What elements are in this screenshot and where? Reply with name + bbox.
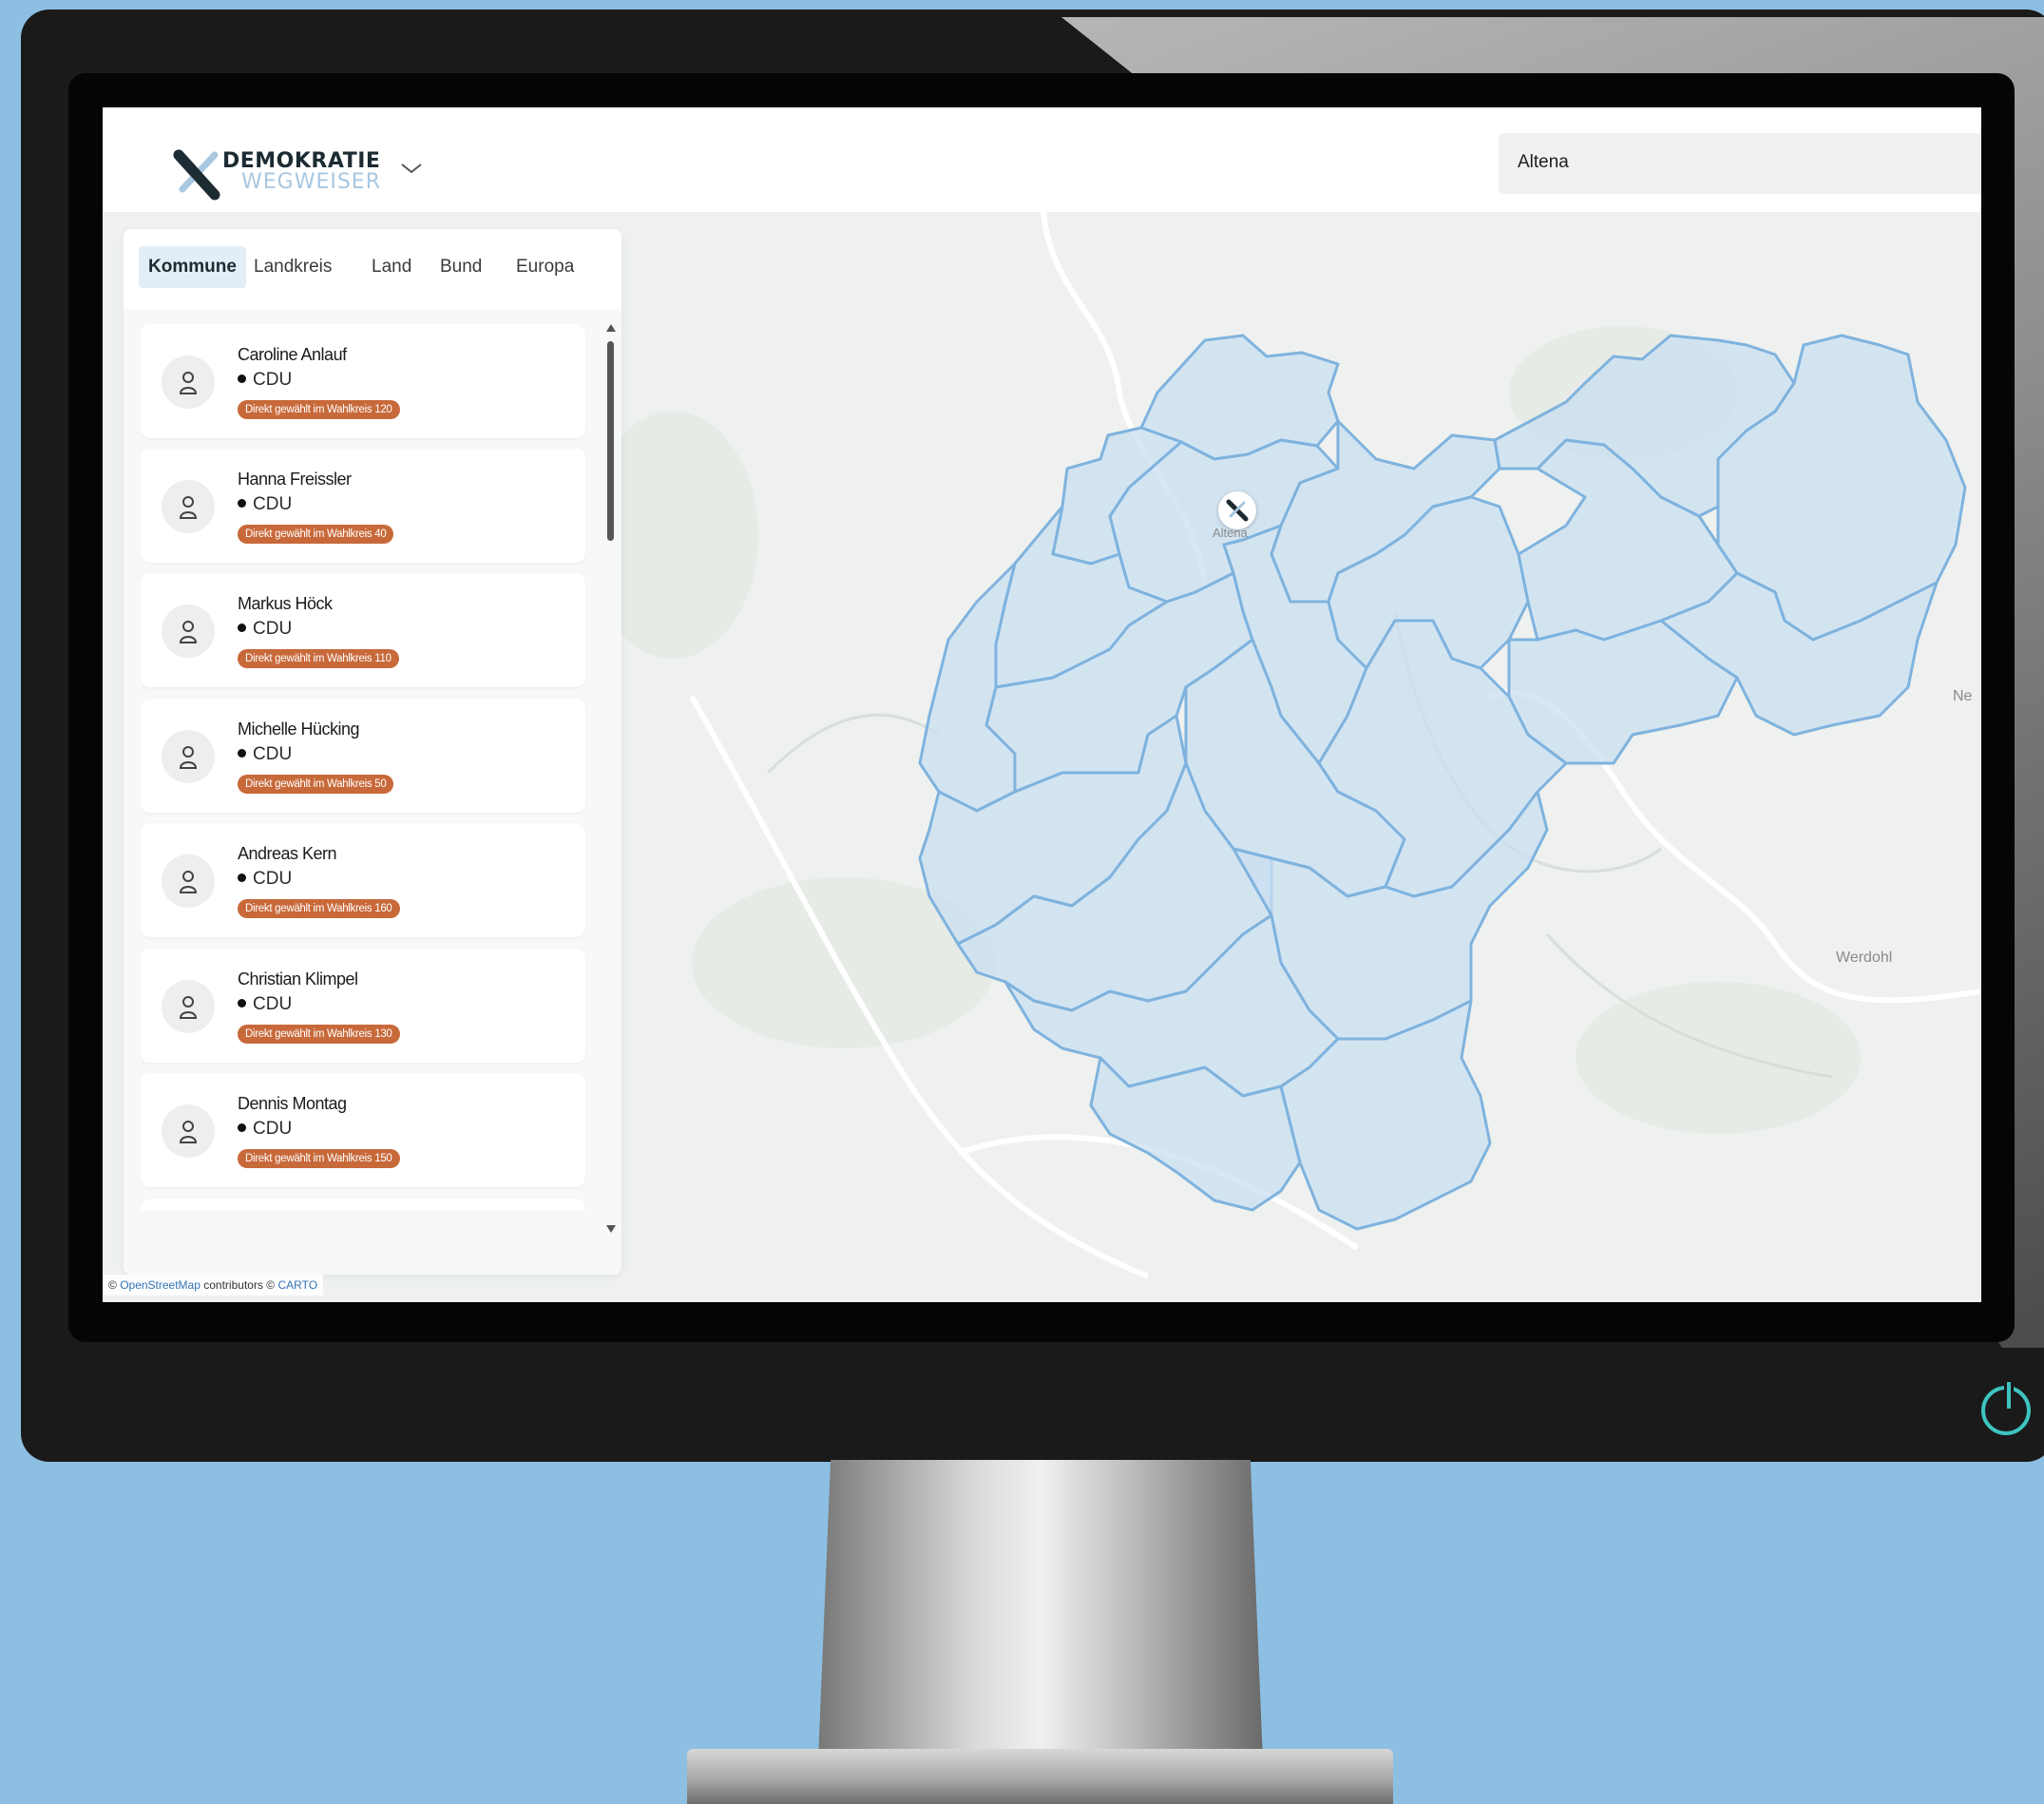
representative-party: CDU	[238, 869, 292, 890]
list-item[interactable]: Andreas Kern CDU Direkt gewählt im Wahlk…	[141, 823, 585, 937]
representative-name: Markus Höck	[238, 594, 333, 613]
tab-landkreis[interactable]: Landkreis	[244, 246, 341, 288]
mandate-badge: Direkt gewählt im Wahlkreis 150	[238, 1149, 400, 1168]
mandate-badge: Direkt gewählt im Wahlkreis 120	[238, 400, 400, 419]
person-icon	[179, 871, 198, 893]
tab-bund[interactable]: Bund	[430, 246, 491, 288]
representative-name: Hanna Freissler	[238, 470, 352, 489]
representative-party: CDU	[238, 494, 292, 515]
map-label-ne: Ne	[1953, 688, 1973, 704]
representatives-panel: Kommune Landkreis Land Bund Europa Carol…	[124, 229, 621, 1275]
logo[interactable]: DEMOKRATIE WEGWEISER	[124, 117, 422, 212]
avatar	[162, 480, 215, 533]
avatar	[162, 730, 215, 783]
monitor-base	[687, 1749, 1393, 1804]
avatar	[162, 980, 215, 1033]
representative-name: Christian Klimpel	[238, 969, 358, 988]
app-screen: Werdohl Ne Altena DEMOKRATIE WEGWEISER A…	[103, 107, 1981, 1302]
search-value: Altena	[1518, 152, 1569, 172]
attribution-prefix: ©	[108, 1278, 117, 1292]
representative-name: Michelle Hücking	[238, 720, 360, 739]
representative-party: CDU	[238, 1119, 292, 1140]
avatar	[162, 1104, 215, 1158]
representative-name: Andreas Kern	[238, 844, 337, 863]
map-attribution: © OpenStreetMap contributors © CARTO	[103, 1275, 324, 1295]
representative-name: Dennis Montag	[238, 1094, 347, 1113]
top-bar: DEMOKRATIE WEGWEISER Altena	[103, 107, 1981, 212]
mandate-badge: Direkt gewählt im Wahlkreis 160	[238, 899, 400, 918]
power-icon[interactable]	[1981, 1382, 2031, 1435]
logo-subtitle: WEGWEISER	[241, 170, 381, 194]
avatar	[162, 355, 215, 409]
person-icon	[179, 496, 198, 519]
list-item[interactable]: Christian Klimpel CDU Direkt gewählt im …	[141, 949, 585, 1063]
marker-logo-icon	[1226, 499, 1249, 522]
mandate-badge: Direkt gewählt im Wahlkreis 40	[238, 525, 394, 544]
tab-kommune[interactable]: Kommune	[139, 246, 246, 288]
representative-party: CDU	[238, 370, 292, 391]
mandate-badge: Direkt gewählt im Wahlkreis 130	[238, 1025, 400, 1044]
person-icon	[179, 746, 198, 769]
person-icon	[179, 621, 198, 643]
level-tabs: Kommune Landkreis Land Bund Europa	[124, 229, 621, 309]
location-marker[interactable]	[1218, 491, 1256, 529]
representative-name: Caroline Anlauf	[238, 345, 347, 364]
list-item[interactable]: Caroline Anlauf CDU Direkt gewählt im Wa…	[141, 324, 585, 438]
tab-land[interactable]: Land	[362, 246, 421, 288]
scroll-up-arrow-icon[interactable]	[606, 324, 616, 332]
list-item[interactable]: Hanna Freissler CDU Direkt gewählt im Wa…	[141, 449, 585, 563]
scroll-thumb[interactable]	[607, 341, 614, 541]
representative-party: CDU	[238, 619, 292, 640]
mandate-badge: Direkt gewählt im Wahlkreis 110	[238, 649, 399, 668]
list-item[interactable]	[141, 1199, 585, 1210]
list-scrollbar[interactable]	[606, 324, 616, 1233]
logo-mark-icon	[173, 149, 220, 201]
monitor-stand	[817, 1460, 1264, 1783]
attribution-carto-link[interactable]: CARTO	[277, 1278, 317, 1292]
attribution-osm-link[interactable]: OpenStreetMap	[120, 1278, 201, 1292]
person-icon	[179, 372, 198, 394]
list-item[interactable]: Michelle Hücking CDU Direkt gewählt im W…	[141, 699, 585, 813]
location-search-input[interactable]: Altena	[1499, 133, 1981, 194]
avatar	[162, 605, 215, 658]
attribution-middle: contributors ©	[203, 1278, 276, 1292]
representative-party: CDU	[238, 994, 292, 1015]
chevron-down-icon[interactable]	[399, 159, 424, 178]
representative-party: CDU	[238, 744, 292, 765]
tab-europa[interactable]: Europa	[506, 246, 583, 288]
scroll-down-arrow-icon[interactable]	[606, 1225, 616, 1233]
person-icon	[179, 996, 198, 1019]
representatives-list[interactable]: Caroline Anlauf CDU Direkt gewählt im Wa…	[141, 324, 587, 1210]
map-label-werdohl: Werdohl	[1836, 950, 1893, 966]
list-item[interactable]: Markus Höck CDU Direkt gewählt im Wahlkr…	[141, 573, 585, 687]
person-icon	[179, 1121, 198, 1143]
list-item[interactable]: Dennis Montag CDU Direkt gewählt im Wahl…	[141, 1073, 585, 1187]
mandate-badge: Direkt gewählt im Wahlkreis 50	[238, 775, 394, 794]
avatar	[162, 854, 215, 908]
